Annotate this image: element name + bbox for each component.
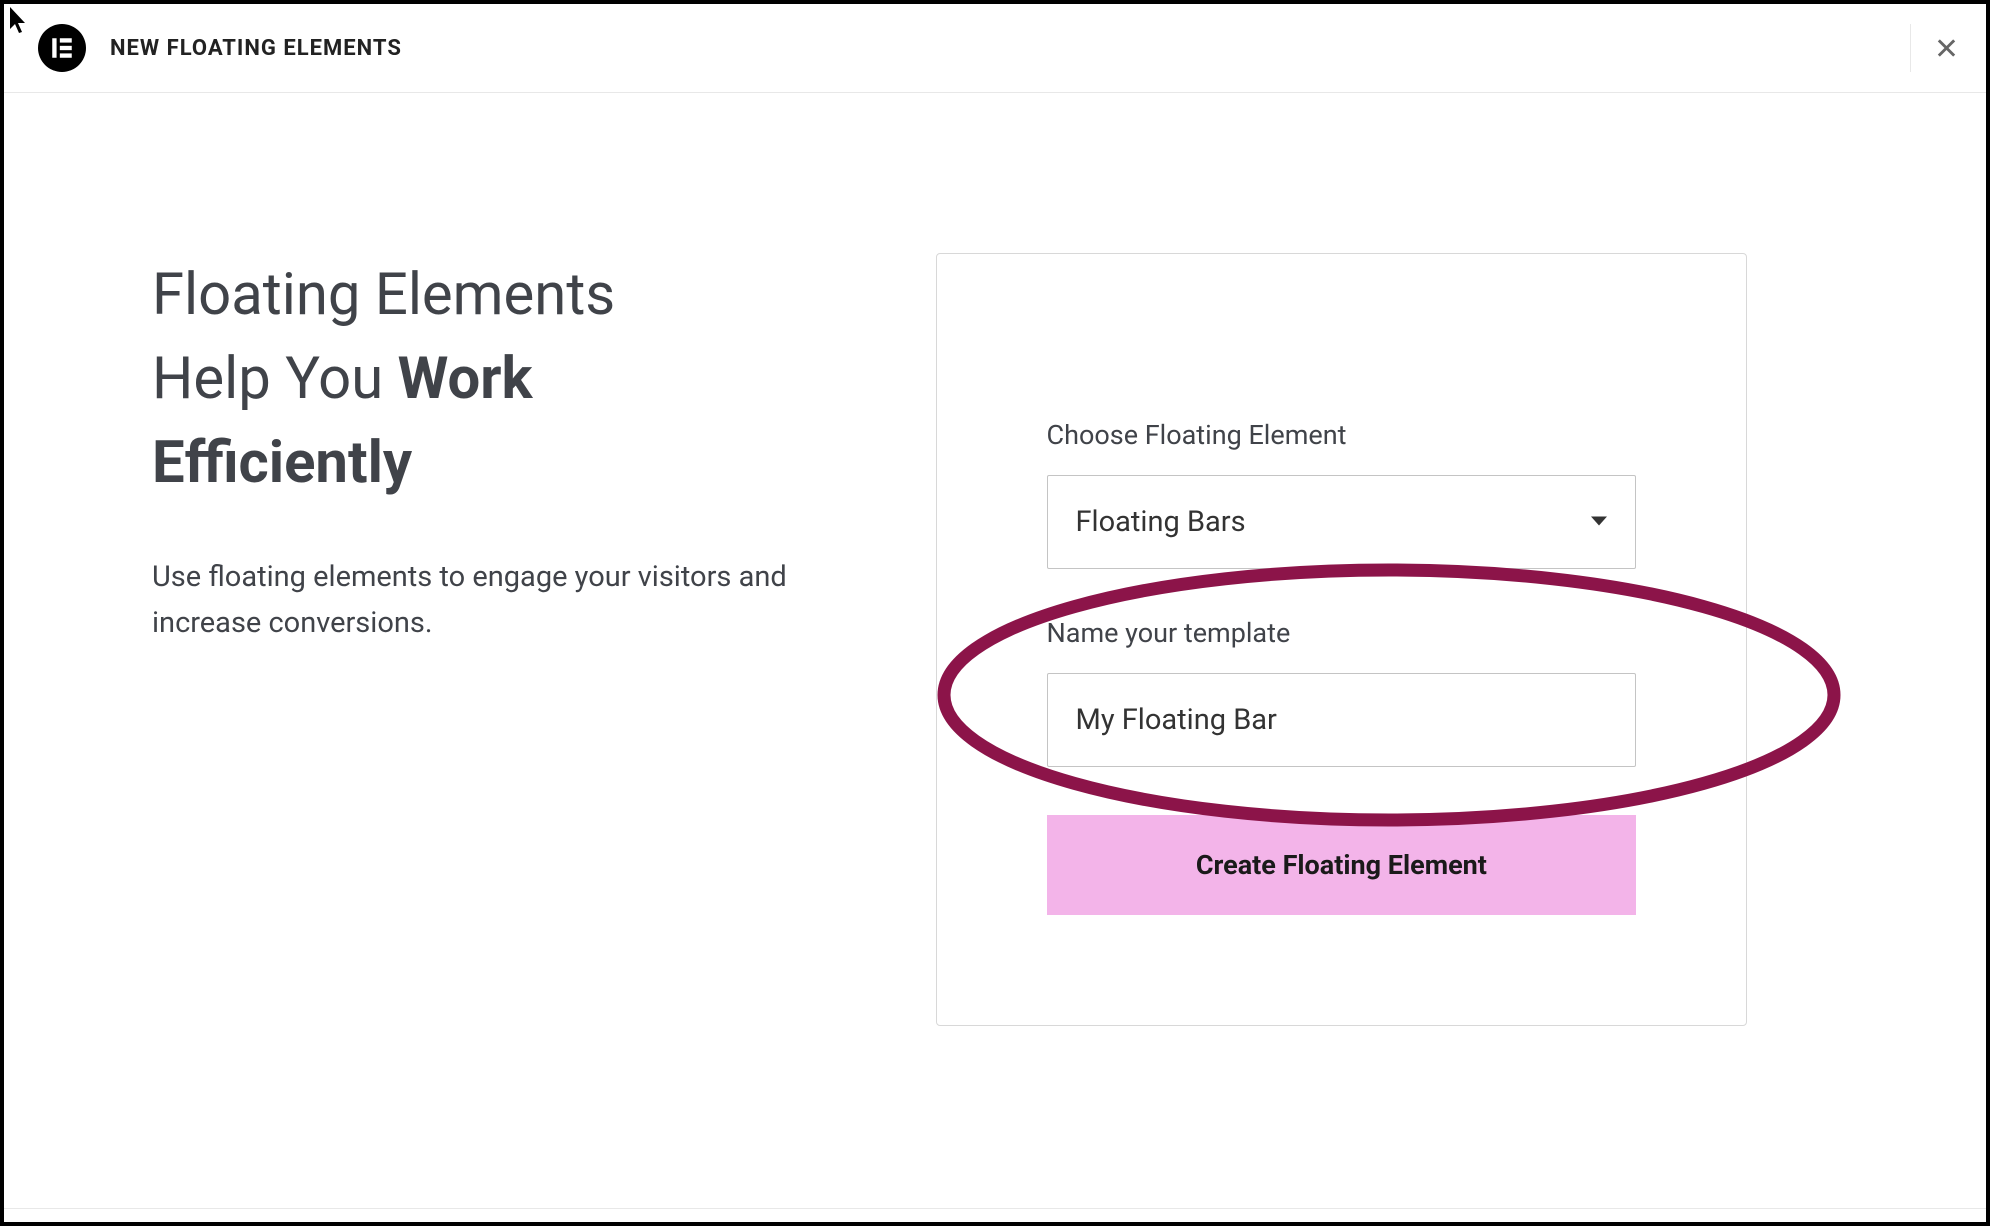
template-name-label: Name your template <box>1047 617 1637 649</box>
hero-panel: Floating Elements Help You Work Efficien… <box>4 253 936 647</box>
element-type-select[interactable]: Floating Bars <box>1047 475 1637 569</box>
modal-title: NEW FLOATING ELEMENTS <box>110 36 402 61</box>
modal-body: Floating Elements Help You Work Efficien… <box>4 93 1986 1208</box>
element-type-group: Choose Floating Element Floating Bars <box>1047 419 1637 569</box>
form-panel: Choose Floating Element Floating Bars Na… <box>936 253 1848 1026</box>
template-name-group: Name your template <box>1047 617 1637 767</box>
modal-footer-divider <box>4 1208 1986 1222</box>
hero-title-line2b: Work <box>398 345 533 413</box>
hero-title: Floating Elements Help You Work Efficien… <box>152 253 856 505</box>
create-floating-element-button[interactable]: Create Floating Element <box>1047 815 1637 915</box>
hero-title-line2a: Help You <box>152 345 398 413</box>
hero-subtitle: Use floating elements to engage your vis… <box>152 555 856 647</box>
hero-title-line1: Floating Elements <box>152 261 615 329</box>
close-button[interactable] <box>1910 24 1958 72</box>
modal-header: NEW FLOATING ELEMENTS <box>4 4 1986 93</box>
hero-title-line3: Efficiently <box>152 429 412 497</box>
elementor-logo-icon <box>38 24 86 72</box>
template-name-input[interactable] <box>1047 673 1637 767</box>
form-card: Choose Floating Element Floating Bars Na… <box>936 253 1748 1026</box>
new-floating-elements-modal: NEW FLOATING ELEMENTS Floating Elements … <box>4 4 1986 1222</box>
element-type-label: Choose Floating Element <box>1047 419 1637 451</box>
